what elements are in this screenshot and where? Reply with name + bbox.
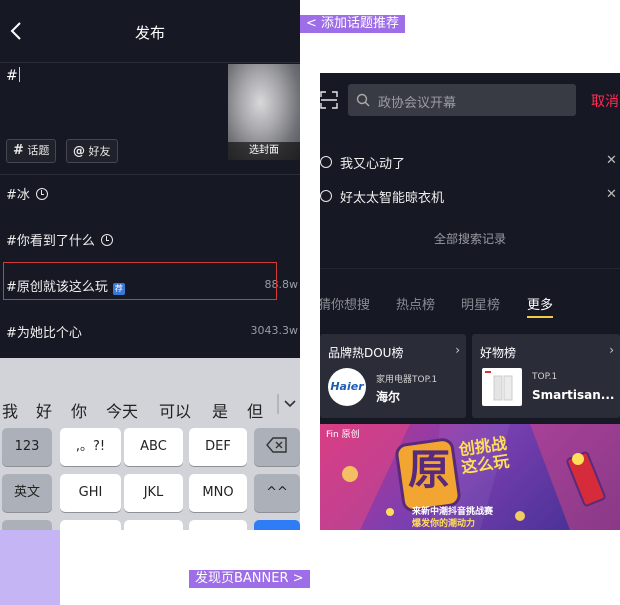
backspace-key[interactable] [254, 428, 300, 466]
candidate-word[interactable]: 但 [247, 398, 263, 422]
candidate-word[interactable]: 你 [71, 398, 87, 422]
history-clock-icon [320, 156, 332, 168]
recent-clock-icon [35, 188, 48, 200]
chevron-right-icon: › [455, 343, 460, 357]
active-tab-indicator [527, 316, 553, 318]
scan-icon[interactable] [320, 91, 338, 109]
view-count: 3043.3w [250, 324, 299, 337]
candidate-word[interactable]: 可以 [159, 398, 191, 422]
search-placeholder: 政协会议开幕 [378, 96, 457, 111]
brand-rank-card[interactable]: 品牌热DOU榜 › Haier 家用电器TOP.1 海尔 [320, 334, 466, 418]
key-partial-blue[interactable] [254, 520, 300, 530]
candidate-word[interactable]: 今天 [106, 398, 138, 422]
decor-block [0, 530, 60, 605]
tab-more[interactable]: 更多 [527, 294, 553, 313]
goods-rank-card[interactable]: 好物榜 › TOP.1 Smartisan... [472, 334, 620, 418]
history-item[interactable]: 好太太智能晾衣机 ✕ [320, 187, 620, 209]
mention-chip-button[interactable]: @ 好友 [66, 139, 118, 163]
key-ghi[interactable]: GHI [60, 474, 121, 512]
topic-suggestion[interactable]: #为她比个心 [6, 322, 82, 341]
card-brand-name: 海尔 [376, 390, 401, 404]
haier-logo: Haier [328, 368, 366, 406]
banner-big-text: 原 [408, 445, 451, 494]
card-subtitle: 家用电器TOP.1 [376, 375, 438, 385]
candidate-bar [0, 358, 300, 396]
all-history-link[interactable]: 全部搜索记录 [320, 230, 620, 247]
key-emoticon[interactable]: ^^ [254, 474, 300, 512]
highlight-box [3, 262, 277, 300]
tab-star[interactable]: 明星榜 [461, 294, 500, 313]
expand-candidates-icon[interactable] [276, 392, 300, 422]
publish-header: 发布 [0, 0, 300, 62]
discover-banner[interactable]: Fin 原创 原 创挑战 这么玩 来新中潮抖音挑战赛 爆发你的潮动力 [320, 424, 620, 530]
key-partial[interactable] [2, 520, 52, 530]
topic-suggestion[interactable]: #你看到了什么 [6, 230, 113, 249]
topic-suggestion[interactable]: #冰 [6, 184, 48, 203]
history-clock-icon [320, 190, 332, 202]
key-partial[interactable] [189, 520, 247, 530]
candidate-word[interactable]: 好 [36, 398, 52, 422]
topic-chip-button[interactable]: # 话题 [6, 139, 57, 163]
caption-input[interactable]: # [6, 67, 20, 84]
recent-clock-icon [100, 234, 113, 246]
key-partial[interactable] [60, 520, 121, 530]
key-jkl[interactable]: JKL [124, 474, 183, 512]
card-product-name: Smartisan... [532, 388, 615, 402]
key-abc[interactable]: ABC [124, 428, 183, 466]
page-title: 发布 [134, 24, 165, 42]
key-english[interactable]: 英文 [2, 474, 52, 512]
annotation-banner: 发现页BANNER > [189, 570, 310, 588]
publish-screen: 发布 # # 话题 @ 好友 选封面 #冰 #你看到了什么 #原创就该这么玩荐 … [0, 0, 300, 530]
remove-history-icon[interactable]: ✕ [606, 187, 617, 202]
compose-area[interactable]: # # 话题 @ 好友 选封面 [0, 62, 300, 174]
cover-thumbnail[interactable]: 选封面 [228, 64, 300, 160]
text-caret [18, 67, 20, 82]
keyboard: 我 好 你 今天 可以 是 但 123 ,。?! ABC DEF 英文 GHI … [0, 358, 300, 530]
divider [320, 268, 620, 269]
annotation-add-topic: < 添加话题推荐 [300, 15, 406, 33]
chevron-right-icon: › [609, 343, 614, 357]
search-icon [356, 93, 370, 107]
product-thumbnail [482, 368, 522, 406]
history-item[interactable]: 我又心动了 ✕ [320, 153, 620, 175]
banner-brand: Fin 原创 [326, 430, 360, 440]
banner-line2: 爆发你的潮动力 [412, 519, 476, 529]
discover-screen: 政协会议开幕 取消 我又心动了 ✕ 好太太智能晾衣机 ✕ 全部搜索记录 猜你想搜… [320, 73, 620, 530]
search-input[interactable]: 政协会议开幕 [348, 84, 576, 116]
choose-cover-label: 选封面 [228, 142, 300, 160]
card-title: 好物榜 [480, 346, 517, 360]
candidate-word[interactable]: 我 [2, 398, 18, 422]
key-partial[interactable] [124, 520, 183, 530]
at-icon: @ [73, 144, 85, 158]
backspace-icon [266, 437, 287, 453]
card-subtitle: TOP.1 [532, 372, 558, 382]
key-def[interactable]: DEF [189, 428, 247, 466]
key-123[interactable]: 123 [2, 428, 52, 466]
key-punctuation[interactable]: ,。?! [60, 428, 121, 466]
divider [0, 174, 300, 175]
tab-hot[interactable]: 热点榜 [396, 294, 435, 313]
card-title: 品牌热DOU榜 [328, 346, 404, 360]
remove-history-icon[interactable]: ✕ [606, 153, 617, 168]
hash-icon: # [13, 143, 24, 158]
tab-guess[interactable]: 猜你想搜 [320, 294, 370, 313]
cancel-button[interactable]: 取消 [591, 91, 619, 111]
candidate-word[interactable]: 是 [212, 398, 228, 422]
key-mno[interactable]: MNO [189, 474, 247, 512]
